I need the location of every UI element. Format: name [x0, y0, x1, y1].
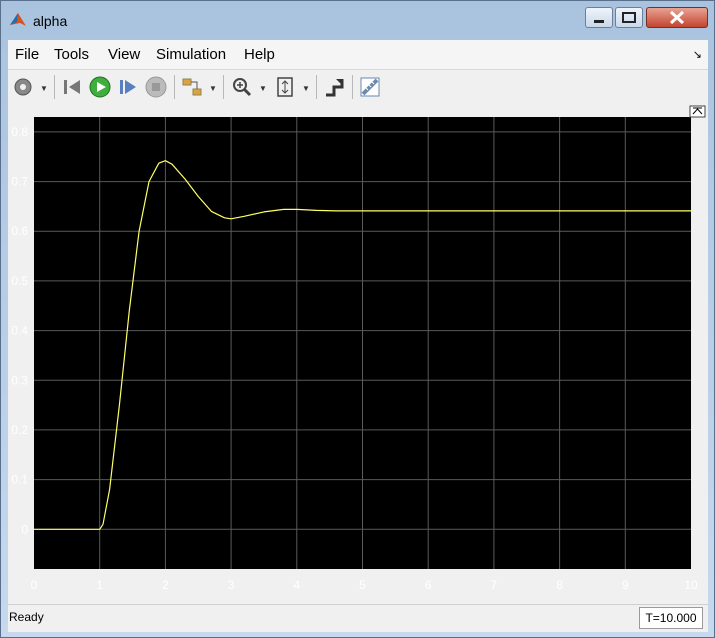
dock-arrow-icon[interactable]: ↘ — [693, 48, 702, 61]
title-bar[interactable]: alpha — [1, 1, 714, 37]
simulation-time: T=10.000 — [639, 607, 703, 629]
x-tick-label: 9 — [622, 578, 629, 592]
status-text: Ready — [9, 610, 44, 624]
signal-selector-icon[interactable] — [180, 75, 204, 99]
x-tick-label: 10 — [684, 578, 698, 592]
x-tick-label: 0 — [31, 578, 38, 592]
y-tick-label: 0.3 — [11, 373, 28, 387]
expand-legend-button[interactable] — [689, 105, 706, 118]
y-tick-label: 0.8 — [11, 125, 28, 139]
x-tick-label: 2 — [162, 578, 169, 592]
close-icon — [669, 10, 685, 25]
menu-help[interactable]: Help — [244, 46, 275, 63]
status-bar: Ready T=10.000 — [8, 604, 708, 632]
scope-client-area: File Tools View Simulation Help ↘ ▼ ▼ ▼ … — [8, 40, 708, 632]
stop-icon[interactable] — [144, 75, 168, 99]
minimize-button[interactable] — [585, 7, 613, 28]
step-back-icon[interactable] — [60, 75, 84, 99]
x-tick-label: 4 — [293, 578, 300, 592]
toolbar-separator — [54, 75, 55, 99]
x-tick-label: 3 — [228, 578, 235, 592]
y-tick-label: 0.1 — [11, 473, 28, 487]
scope-chart[interactable]: 0 1 2 3 4 5 6 7 8 9 10 0 0.1 0.2 0.3 0.4 0.5 0.6 0.7 0.8 — [8, 104, 708, 600]
zoom-icon[interactable] — [230, 75, 254, 99]
highlight-block-icon[interactable] — [322, 75, 346, 99]
y-tick-label: 0.2 — [11, 423, 28, 437]
menu-view[interactable]: View — [108, 46, 140, 63]
toolbar: ▼ ▼ ▼ ▼ — [8, 69, 708, 105]
run-icon[interactable] — [88, 75, 112, 99]
toolbar-separator — [316, 75, 317, 99]
measure-icon[interactable] — [358, 75, 382, 99]
x-tick-label: 6 — [425, 578, 432, 592]
settings-icon[interactable] — [11, 75, 35, 99]
x-tick-label: 7 — [491, 578, 498, 592]
y-tick-label: 0.7 — [11, 175, 28, 189]
x-tick-label: 1 — [96, 578, 103, 592]
menu-simulation[interactable]: Simulation — [156, 46, 226, 63]
maximize-icon — [622, 12, 636, 23]
y-tick-label: 0.6 — [11, 224, 28, 238]
close-button[interactable] — [646, 7, 708, 28]
toolbar-separator — [223, 75, 224, 99]
fit-dropdown-icon[interactable]: ▼ — [302, 84, 310, 93]
menu-bar: File Tools View Simulation Help ↘ — [8, 40, 708, 69]
x-tick-label: 5 — [359, 578, 366, 592]
settings-dropdown-icon[interactable]: ▼ — [40, 84, 48, 93]
scope-plot-area: 0 1 2 3 4 5 6 7 8 9 10 0 0.1 0.2 0.3 0.4 0.5 0.6 0.7 0.8 — [8, 104, 708, 600]
matlab-logo-icon — [10, 13, 26, 26]
fit-axes-icon[interactable] — [273, 75, 297, 99]
y-tick-label: 0.4 — [11, 324, 28, 338]
signal-dropdown-icon[interactable]: ▼ — [209, 84, 217, 93]
toolbar-separator — [174, 75, 175, 99]
scope-window: alpha File Tools View Simulation Help ↘ … — [0, 0, 715, 638]
menu-tools[interactable]: Tools — [54, 46, 89, 63]
window-title: alpha — [33, 13, 68, 29]
minimize-icon — [594, 20, 604, 23]
zoom-dropdown-icon[interactable]: ▼ — [259, 84, 267, 93]
x-tick-label: 8 — [556, 578, 563, 592]
menu-file[interactable]: File — [15, 46, 39, 63]
maximize-button[interactable] — [615, 7, 643, 28]
y-tick-label: 0.5 — [11, 274, 28, 288]
toolbar-separator — [352, 75, 353, 99]
y-tick-label: 0 — [21, 522, 28, 536]
step-forward-icon[interactable] — [116, 75, 140, 99]
